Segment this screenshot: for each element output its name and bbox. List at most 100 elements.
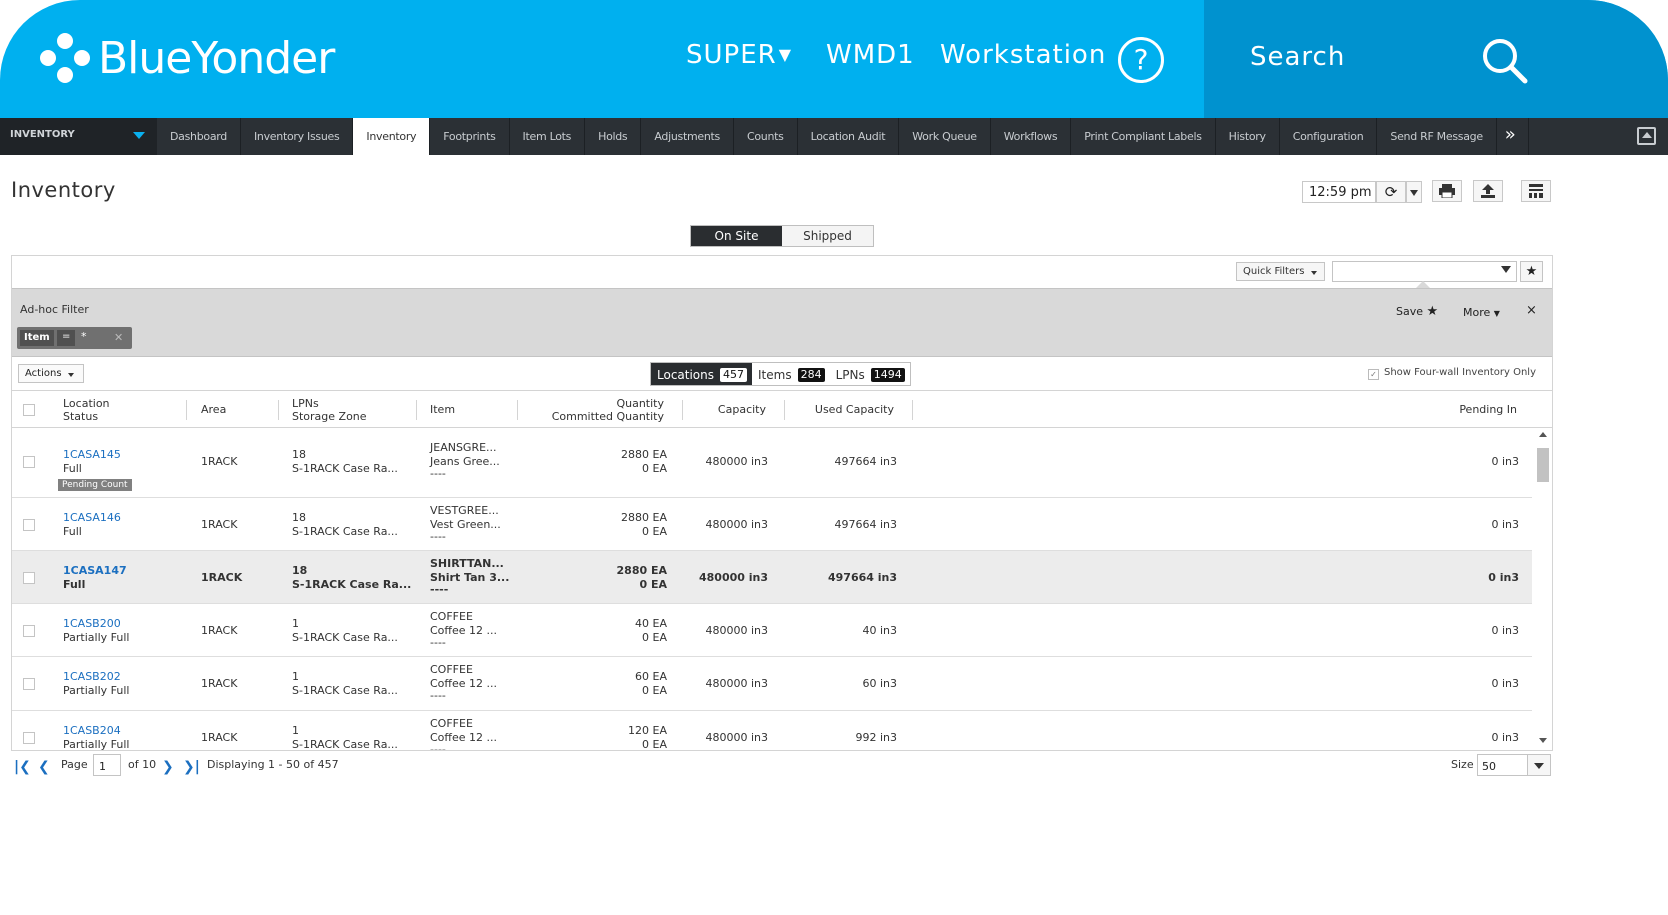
item-extra: ---- xyxy=(430,689,446,702)
chip-value[interactable]: * xyxy=(78,330,108,346)
tab-send-rf-message[interactable]: Send RF Message xyxy=(1377,118,1497,155)
col-location-status[interactable]: Location Status xyxy=(63,397,110,423)
tab-location-audit[interactable]: Location Audit xyxy=(798,118,900,155)
context-selector[interactable]: Workstation xyxy=(940,40,1106,70)
quick-filters-dropdown[interactable]: Quick Filters xyxy=(1236,262,1325,281)
row-checkbox[interactable] xyxy=(23,519,35,531)
close-icon[interactable]: × xyxy=(1526,303,1537,318)
col-used-capacity[interactable]: Used Capacity xyxy=(798,403,894,416)
print-icon[interactable] xyxy=(1432,180,1462,202)
chevron-down-icon xyxy=(133,132,145,139)
select-all-checkbox[interactable] xyxy=(23,404,35,416)
storage-zone-value: S-1RACK Case Ra... xyxy=(292,684,398,697)
col-item[interactable]: Item xyxy=(430,403,455,416)
segment-lpns[interactable]: LPNs 1494 xyxy=(830,363,910,385)
grid-scrollbar[interactable] xyxy=(1536,432,1550,748)
checkmark-icon[interactable]: ✓ xyxy=(1368,369,1379,380)
col-lpns-zone[interactable]: LPNs Storage Zone xyxy=(292,397,367,423)
location-link[interactable]: 1CASA147 xyxy=(63,564,127,578)
table-row[interactable]: 1CASB204 Partially Full 1RACK 1 S-1RACK Case… xyxy=(12,711,1532,750)
table-row[interactable]: 1CASA147 Full 1RACK 18 S-1RACK Case Ra... SHI… xyxy=(12,551,1532,604)
nav-tabs: Dashboard Inventory Issues Inventory Footpr… xyxy=(157,118,1497,155)
tab-holds[interactable]: Holds xyxy=(585,118,642,155)
location-link[interactable]: 1CASB204 xyxy=(63,724,121,738)
tab-history[interactable]: History xyxy=(1216,118,1280,155)
row-checkbox[interactable] xyxy=(23,732,35,744)
col-quantity[interactable]: Quantity Committed Quantity xyxy=(532,397,664,423)
actions-dropdown[interactable]: Actions xyxy=(18,364,84,383)
col-capacity[interactable]: Capacity xyxy=(702,403,766,416)
layout-settings-icon[interactable] xyxy=(1521,180,1551,202)
user-menu[interactable]: SUPER ▼ xyxy=(686,40,792,70)
previous-page-icon[interactable]: ❮ xyxy=(38,759,50,775)
export-icon[interactable] xyxy=(1473,180,1503,202)
table-row[interactable]: 1CASA146 Full 1RACK 18 S-1RACK Case Ra... VES… xyxy=(12,498,1532,551)
tab-counts[interactable]: Counts xyxy=(734,118,798,155)
blue-yonder-logo[interactable]: BlueYonder xyxy=(38,30,335,86)
row-checkbox[interactable] xyxy=(23,625,35,637)
table-row[interactable]: 1CASB202 Partially Full 1RACK 1 S-1RACK Case… xyxy=(12,657,1532,711)
first-page-icon[interactable]: |❮ xyxy=(14,759,31,775)
filter-chip[interactable]: Item = * ✕ xyxy=(17,327,132,349)
last-page-icon[interactable]: ❯| xyxy=(183,759,200,775)
warehouse-selector[interactable]: WMD1 xyxy=(826,40,915,70)
on-site-toggle[interactable]: On Site xyxy=(691,226,782,246)
refresh-icon[interactable]: ⟳ xyxy=(1376,181,1406,203)
col-pending-in[interactable]: Pending In xyxy=(1422,403,1517,416)
page-number-input[interactable]: 1 xyxy=(93,754,121,776)
quantity-value: 60 EA xyxy=(635,670,667,683)
location-link[interactable]: 1CASA146 xyxy=(63,511,121,525)
table-row[interactable]: 1CASA145 Full 1RACK 18 S-1RACK Case Ra... JEA… xyxy=(12,428,1532,498)
page-size-dropdown[interactable] xyxy=(1527,754,1551,776)
collapse-icon[interactable] xyxy=(1637,127,1656,145)
row-checkbox[interactable] xyxy=(23,572,35,584)
nav-more-icon[interactable]: » xyxy=(1497,118,1529,155)
location-link[interactable]: 1CASB200 xyxy=(63,617,121,631)
chip-field[interactable]: Item xyxy=(20,330,54,346)
col-area[interactable]: Area xyxy=(201,403,226,416)
more-button[interactable]: More ▼ xyxy=(1463,306,1500,319)
tab-adjustments[interactable]: Adjustments xyxy=(641,118,734,155)
page-size-input[interactable]: 50 xyxy=(1477,754,1529,776)
refresh-options-dropdown[interactable] xyxy=(1406,181,1422,203)
scroll-up-icon[interactable] xyxy=(1539,432,1547,437)
funnel-icon[interactable] xyxy=(1501,266,1511,273)
module-selector[interactable]: INVENTORY xyxy=(0,118,157,155)
tab-configuration[interactable]: Configuration xyxy=(1280,118,1378,155)
scroll-down-icon[interactable] xyxy=(1539,738,1547,743)
tab-work-queue[interactable]: Work Queue xyxy=(899,118,991,155)
remove-chip-icon[interactable]: ✕ xyxy=(114,331,123,344)
search-area[interactable]: Search xyxy=(1204,0,1668,118)
search-label[interactable]: Search xyxy=(1250,42,1345,72)
tab-inventory-issues[interactable]: Inventory Issues xyxy=(241,118,354,155)
scroll-thumb[interactable] xyxy=(1537,448,1549,482)
favorite-star-icon[interactable]: ★ xyxy=(1520,261,1543,282)
tab-inventory[interactable]: Inventory xyxy=(353,118,431,155)
segment-locations[interactable]: Locations 457 xyxy=(651,363,753,385)
segment-items[interactable]: Items 284 xyxy=(752,363,830,385)
next-page-icon[interactable]: ❯ xyxy=(162,759,174,775)
item-extra: ---- xyxy=(430,636,446,649)
row-checkbox[interactable] xyxy=(23,456,35,468)
row-checkbox[interactable] xyxy=(23,678,35,690)
save-filter-button[interactable]: Save ★ xyxy=(1396,304,1438,319)
tab-item-lots[interactable]: Item Lots xyxy=(510,118,586,155)
location-link[interactable]: 1CASB202 xyxy=(63,670,121,684)
displaying-text: Displaying 1 - 50 of 457 xyxy=(207,758,339,771)
filter-search-input[interactable] xyxy=(1332,261,1517,282)
chip-operator[interactable]: = xyxy=(57,330,75,346)
help-icon[interactable]: ? xyxy=(1118,37,1164,83)
capacity-value: 480000 in3 xyxy=(705,677,768,690)
location-link[interactable]: 1CASA145 xyxy=(63,448,121,462)
tab-dashboard[interactable]: Dashboard xyxy=(157,118,241,155)
four-wall-checkbox[interactable]: ✓ Show Four-wall Inventory Only xyxy=(1368,367,1536,380)
shipped-toggle[interactable]: Shipped xyxy=(782,226,873,246)
view-segment-control: Locations 457 Items 284 LPNs 1494 xyxy=(650,362,911,386)
tab-footprints[interactable]: Footprints xyxy=(430,118,510,155)
item-code: COFFEE xyxy=(430,610,473,623)
search-icon[interactable] xyxy=(1480,36,1530,86)
lpns-value: 1 xyxy=(292,617,299,630)
tab-print-compliant-labels[interactable]: Print Compliant Labels xyxy=(1071,118,1216,155)
table-row[interactable]: 1CASB200 Partially Full 1RACK 1 S-1RACK Case… xyxy=(12,604,1532,657)
tab-workflows[interactable]: Workflows xyxy=(991,118,1072,155)
